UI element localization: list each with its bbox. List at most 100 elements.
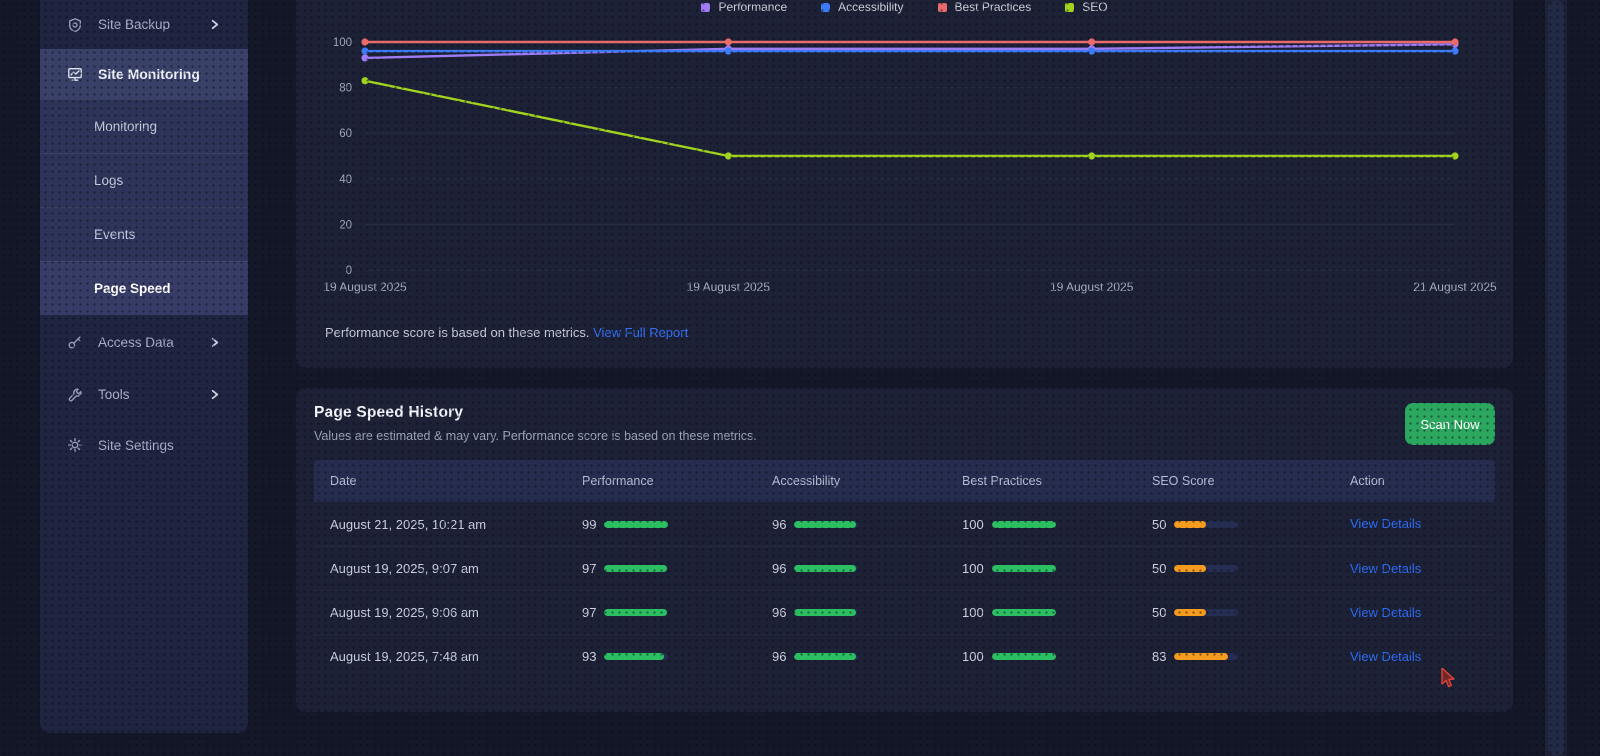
seo-value: 50	[1152, 561, 1167, 576]
best-practices-bar	[991, 520, 1056, 528]
table-header-row: Date Performance Accessibility Best Prac…	[314, 460, 1495, 502]
data-point	[361, 38, 369, 46]
accessibility-bar	[794, 520, 859, 528]
data-point	[1451, 152, 1459, 160]
sidebar-item-access-data[interactable]: Access Data	[40, 315, 248, 369]
data-point	[1088, 152, 1096, 160]
best-practices-value: 100	[962, 516, 984, 532]
view-details-link[interactable]: View Details	[1350, 561, 1421, 576]
chart-footer-text: Performance score is based on these metr…	[325, 325, 590, 340]
page-speed-line-chart: 0 20 40 60 80 100 19 August 2025 19 August 2025…	[323, 37, 1497, 294]
legend-swatch-icon	[1065, 2, 1075, 12]
accessibility-bar	[794, 653, 859, 660]
view-details-link[interactable]: View Details	[1350, 516, 1421, 531]
vertical-scrollbar[interactable]	[1545, 0, 1567, 756]
best-practices-cell: 100	[946, 561, 1136, 576]
data-point	[1088, 47, 1096, 55]
table-row: August 19, 2025, 9:07 am 97 96 100 50 Vi…	[314, 546, 1495, 590]
performance-bar	[604, 565, 669, 572]
x-axis-tick-label: 21 August 2025	[1413, 280, 1497, 294]
legend-label: Performance	[718, 0, 788, 14]
legend-item[interactable]: Best Practices	[937, 0, 1032, 14]
column-header-performance: Performance	[582, 474, 654, 488]
best-practices-value: 100	[962, 649, 984, 664]
x-axis-tick-label: 19 August 2025	[687, 280, 771, 294]
legend-swatch-icon	[701, 2, 711, 12]
legend-label: SEO	[1082, 0, 1108, 14]
data-point	[1451, 38, 1459, 46]
seo-cell: 50	[1136, 605, 1334, 620]
column-header-seo-score: SEO Score	[1152, 474, 1215, 488]
x-axis-tick-label: 19 August 2025	[323, 280, 407, 294]
view-full-report-link[interactable]: View Full Report	[593, 325, 688, 340]
wrench-icon	[66, 386, 84, 404]
legend-item[interactable]: Performance	[701, 0, 787, 14]
data-point	[1088, 38, 1096, 46]
accessibility-bar	[794, 565, 859, 572]
action-cell: View Details	[1334, 515, 1495, 533]
data-point	[724, 38, 732, 46]
accessibility-cell: 96	[756, 605, 946, 620]
table-body: August 21, 2025, 10:21 am 99 96 100 50 V…	[314, 502, 1495, 678]
best-practices-bar	[991, 565, 1056, 572]
accessibility-value: 96	[772, 605, 787, 620]
accessibility-cell: 96	[756, 517, 946, 532]
data-point	[1451, 47, 1459, 55]
action-cell: View Details	[1334, 560, 1495, 578]
scan-now-button[interactable]: Scan Now	[1405, 403, 1495, 445]
scrollbar-thumb[interactable]	[1548, 0, 1564, 756]
row-date: August 21, 2025, 10:21 am	[330, 516, 487, 532]
y-axis-tick-label: 60	[339, 128, 352, 140]
seo-bar	[1174, 609, 1239, 616]
performance-value: 93	[582, 649, 597, 664]
data-point	[361, 47, 369, 55]
chevron-right-icon	[206, 387, 222, 403]
legend-label: Best Practices	[954, 0, 1032, 14]
sidebar-item-site-settings[interactable]: Site Settings	[40, 420, 248, 470]
performance-value: 99	[582, 516, 597, 532]
legend-swatch-icon	[937, 2, 947, 12]
view-details-link[interactable]: View Details	[1350, 605, 1421, 620]
chart-legend: Performance Accessibility Best Practices SE…	[296, 0, 1513, 14]
accessibility-value: 96	[772, 649, 787, 664]
x-axis-tick-label: 19 August 2025	[1050, 280, 1134, 294]
performance-value: 97	[582, 605, 597, 620]
key-icon	[66, 333, 84, 351]
history-table: Date Performance Accessibility Best Prac…	[314, 460, 1495, 678]
accessibility-value: 96	[772, 561, 787, 576]
legend-swatch-icon	[821, 2, 831, 12]
seo-value: 50	[1152, 605, 1167, 620]
best-practices-cell: 100	[946, 605, 1136, 620]
history-subtitle: Values are estimated & may vary. Perform…	[314, 429, 757, 443]
best-practices-bar	[991, 653, 1056, 660]
legend-item[interactable]: Accessibility	[821, 0, 904, 14]
performance-cell: 97	[566, 605, 756, 620]
gear-icon	[66, 436, 84, 454]
accessibility-cell: 96	[756, 561, 946, 576]
performance-bar	[604, 653, 669, 660]
y-axis-tick-label: 20	[339, 219, 352, 231]
seo-value: 83	[1152, 649, 1167, 664]
column-header-accessibility: Accessibility	[772, 474, 841, 488]
best-practices-value: 100	[962, 561, 984, 576]
legend-item[interactable]: SEO	[1065, 0, 1108, 14]
best-practices-value: 100	[962, 605, 984, 620]
accessibility-value: 96	[772, 516, 787, 532]
series-line-seo	[363, 79, 1457, 158]
sidebar-item-tools[interactable]: Tools	[40, 369, 248, 420]
seo-value: 50	[1152, 516, 1167, 532]
seo-cell: 83	[1136, 649, 1334, 664]
row-date: August 19, 2025, 9:07 am	[330, 561, 479, 576]
y-axis-tick-label: 40	[339, 174, 352, 186]
chevron-right-icon	[206, 334, 222, 350]
seo-bar	[1174, 520, 1239, 528]
view-details-link[interactable]: View Details	[1350, 649, 1421, 664]
action-cell: View Details	[1334, 648, 1495, 666]
table-row: August 19, 2025, 9:06 am 97 96 100 50 Vi…	[314, 590, 1495, 634]
column-header-best-practices: Best Practices	[962, 474, 1042, 488]
seo-cell: 50	[1136, 561, 1334, 576]
data-point	[724, 152, 732, 160]
performance-bar	[604, 609, 669, 616]
performance-cell: 93	[566, 649, 756, 664]
seo-cell: 50	[1136, 517, 1334, 532]
